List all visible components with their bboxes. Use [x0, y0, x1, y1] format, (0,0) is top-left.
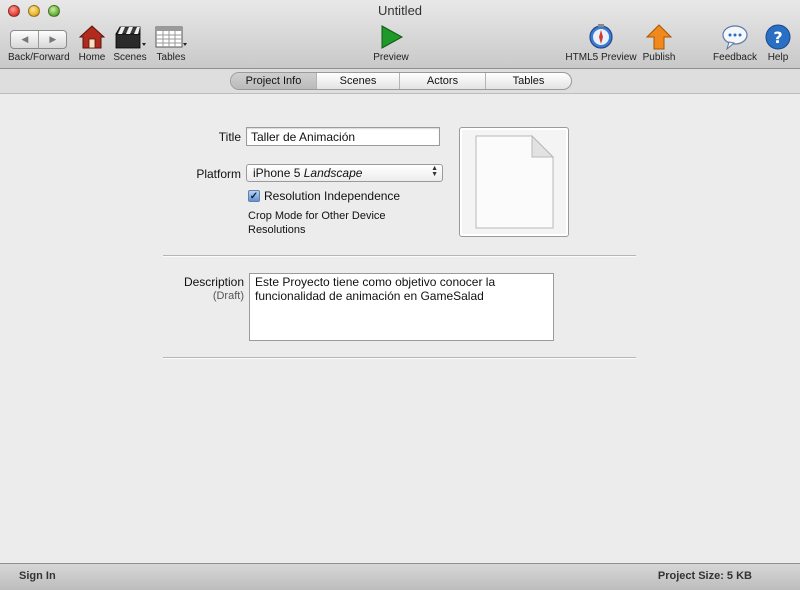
clapperboard-icon [115, 26, 146, 49]
description-draft-label: (Draft) [212, 290, 244, 302]
back-forward-control[interactable]: ◀ ▶ Back/Forward [8, 24, 70, 63]
title-field[interactable]: Taller de Animación [246, 127, 440, 146]
upload-arrow-icon [646, 24, 672, 50]
publish-label: Publish [642, 52, 676, 63]
home-icon [79, 25, 105, 49]
project-size-text: Project Size: 5 KB [657, 570, 752, 582]
forward-arrow-icon[interactable]: ▶ [38, 30, 66, 48]
status-bar: Sign In Project Size: 5 KB [0, 563, 800, 590]
blank-document-icon [475, 134, 555, 229]
resolution-independence-label: Resolution Independence [264, 189, 401, 203]
html5-preview-button[interactable]: HTML5 Preview [565, 24, 637, 63]
section-divider-bottom [163, 357, 636, 359]
help-label: Help [767, 52, 789, 63]
table-grid-icon [155, 26, 187, 48]
crop-mode-line-1: Crop Mode for Other Device [248, 210, 386, 222]
crop-mode-line-2: Resolutions [248, 224, 306, 236]
feedback-button[interactable]: Feedback [712, 24, 758, 63]
section-divider-top [163, 255, 636, 257]
tab-project-info[interactable]: Project Info [231, 73, 316, 89]
platform-select[interactable]: iPhone 5 Landscape ▲ ▼ [246, 164, 443, 182]
svg-text:?: ? [773, 28, 782, 47]
home-button[interactable]: Home [78, 24, 106, 63]
title-label: Title [218, 130, 241, 144]
crop-mode-label: Crop Mode for Other Device Resolutions [248, 209, 386, 237]
safari-compass-icon [589, 24, 613, 49]
preview-label: Preview [373, 52, 409, 63]
speech-bubble-icon [722, 25, 748, 50]
home-label: Home [78, 52, 106, 63]
help-button[interactable]: ? Help [764, 24, 792, 63]
tables-label: Tables [156, 52, 186, 63]
back-arrow-icon[interactable]: ◀ [11, 31, 38, 48]
tab-scenes[interactable]: Scenes [316, 73, 399, 89]
description-label: Description [183, 275, 244, 289]
description-textarea[interactable]: Este Proyecto tiene como objetivo conoce… [249, 273, 554, 341]
html5-preview-label: HTML5 Preview [565, 52, 637, 63]
back-forward-label: Back/Forward [8, 52, 70, 63]
resolution-independence-row[interactable]: ✓ Resolution Independence [248, 189, 400, 203]
publish-button[interactable]: Publish [640, 24, 678, 63]
sign-in-link[interactable]: Sign In [19, 570, 56, 582]
segmented-tabs: Project Info Scenes Actors Tables [230, 72, 572, 90]
play-icon [381, 25, 404, 49]
platform-device: iPhone 5 [253, 166, 301, 180]
tables-button[interactable]: Tables [154, 24, 188, 63]
section-tab-bar: Project Info Scenes Actors Tables [0, 69, 800, 94]
window-toolbar: Untitled ◀ ▶ Back/Forward Home Scenes Ta… [0, 0, 800, 69]
feedback-label: Feedback [713, 52, 757, 63]
preview-button[interactable]: Preview [373, 24, 409, 63]
scenes-button[interactable]: Scenes [113, 24, 147, 63]
project-icon-well[interactable] [459, 127, 569, 237]
platform-label: Platform [196, 167, 241, 181]
scenes-label: Scenes [113, 52, 147, 63]
resolution-independence-checkbox[interactable]: ✓ [248, 190, 260, 202]
window-title: Untitled [377, 3, 423, 18]
tab-tables[interactable]: Tables [485, 73, 571, 89]
select-arrows-icon: ▲ ▼ [431, 165, 438, 178]
tab-actors[interactable]: Actors [399, 73, 485, 89]
platform-orientation: Landscape [303, 166, 363, 180]
help-question-icon: ? [765, 24, 791, 50]
